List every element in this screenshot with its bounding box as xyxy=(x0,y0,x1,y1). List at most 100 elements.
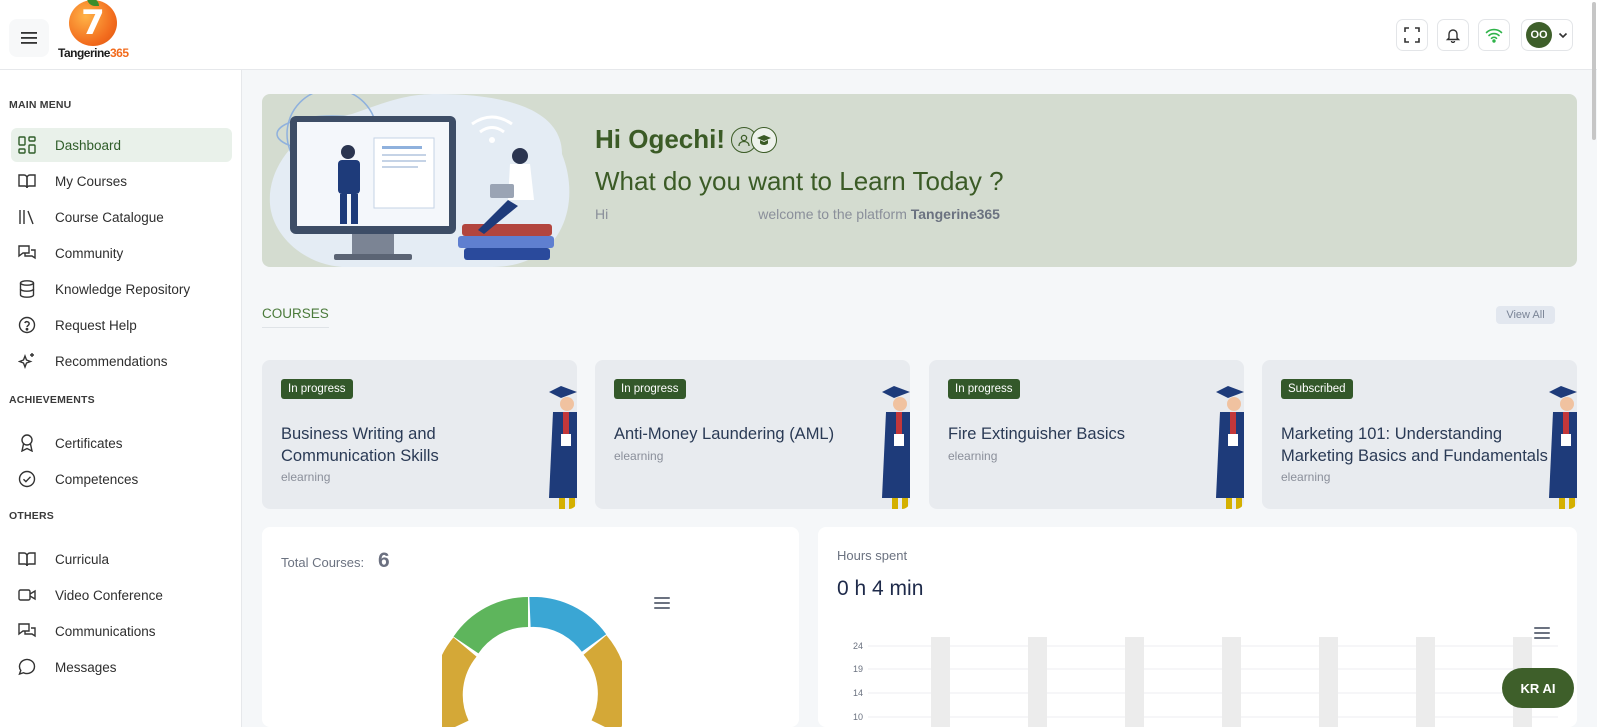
course-card[interactable]: In progress Anti-Money Laundering (AML) … xyxy=(595,360,910,509)
greeting-text: Hi Ogechi! xyxy=(595,124,726,154)
course-type: elearning xyxy=(281,470,331,484)
donut-segment-gold-left xyxy=(442,637,477,727)
sidebar-item-competences[interactable]: Competences xyxy=(11,462,232,496)
hours-spent-panel: Hours spent 0 h 4 min 24 19 14 10 xyxy=(818,527,1577,727)
scrollbar-thumb[interactable] xyxy=(1592,2,1596,140)
sidebar: MAIN MENU Dashboard My Courses Course Ca… xyxy=(0,70,242,727)
notifications-button[interactable] xyxy=(1437,19,1469,51)
chat-bubbles-icon xyxy=(17,243,37,263)
sparkles-icon xyxy=(17,351,37,371)
y-tick-label: 10 xyxy=(852,712,863,722)
connection-status-button[interactable] xyxy=(1478,19,1510,51)
hero-sub-prefix: Hi xyxy=(595,206,609,222)
logo-mark: 7 xyxy=(69,0,117,46)
bell-icon xyxy=(1445,29,1461,43)
message-circle-icon xyxy=(17,657,37,677)
check-circle-icon xyxy=(17,469,37,489)
status-badge: In progress xyxy=(614,379,686,399)
sidebar-item-messages[interactable]: Messages xyxy=(11,650,232,684)
hours-chart-area xyxy=(868,637,1558,727)
sidebar-item-curricula[interactable]: Curricula xyxy=(11,542,232,576)
status-badge: In progress xyxy=(948,379,1020,399)
sidebar-item-label: Recommendations xyxy=(55,353,168,369)
course-title: Fire Extinguisher Basics xyxy=(948,425,1125,443)
hours-spent-label: Hours spent xyxy=(837,548,908,563)
sidebar-item-label: Certificates xyxy=(55,435,123,451)
donut-segment-blue xyxy=(529,597,607,653)
hero-sub-text: welcome to the platform xyxy=(758,206,907,222)
sidebar-item-recommendations[interactable]: Recommendations xyxy=(11,344,232,378)
sidebar-item-request-help[interactable]: Request Help xyxy=(11,308,232,342)
sidebar-item-label: Course Catalogue xyxy=(55,209,164,225)
courses-section-title: COURSES xyxy=(262,306,329,328)
banner-illustration xyxy=(269,94,570,267)
sidebar-item-communications[interactable]: Communications xyxy=(11,614,232,648)
book-open-icon xyxy=(17,549,37,569)
sidebar-item-label: Knowledge Repository xyxy=(55,281,191,297)
hero-badges xyxy=(731,126,778,153)
donut-segment-gold-right xyxy=(583,635,622,727)
video-icon xyxy=(17,585,37,605)
graduate-illustration xyxy=(1216,386,1244,509)
graduate-illustration xyxy=(549,386,577,509)
course-title: Marketing 101: Understanding Marketing B… xyxy=(1281,425,1548,465)
view-all-courses-button[interactable]: View All xyxy=(1496,306,1555,324)
graduation-cap-icon xyxy=(751,126,778,153)
fullscreen-icon xyxy=(1404,27,1420,43)
menu-toggle-button[interactable] xyxy=(9,19,49,57)
total-courses-panel: Total Courses: 6 xyxy=(262,527,799,727)
kr-ai-button[interactable]: KR AI xyxy=(1502,668,1574,708)
chat-bubbles-icon xyxy=(17,621,37,641)
greeting-heading: Hi Ogechi! xyxy=(595,124,778,155)
total-courses-value: 6 xyxy=(378,549,390,572)
sidebar-item-label: Communications xyxy=(55,623,156,639)
sidebar-item-course-catalogue[interactable]: Course Catalogue xyxy=(11,200,232,234)
sidebar-item-label: Messages xyxy=(55,659,117,675)
wifi-icon xyxy=(1485,28,1503,43)
course-card[interactable]: In progress Fire Extinguisher Basics ele… xyxy=(929,360,1244,509)
help-circle-icon xyxy=(17,315,37,335)
sidebar-item-dashboard[interactable]: Dashboard xyxy=(11,128,232,162)
donut-segments xyxy=(442,597,622,727)
user-menu-button[interactable]: OO xyxy=(1521,19,1573,51)
sidebar-item-my-courses[interactable]: My Courses xyxy=(11,164,232,198)
section-title-achievements: ACHIEVEMENTS xyxy=(9,394,95,406)
library-icon xyxy=(17,207,37,227)
hero-sub-brand: Tangerine365 xyxy=(910,206,1000,222)
award-icon xyxy=(17,433,37,453)
status-badge: Subscribed xyxy=(1281,379,1353,399)
logo-text: Tangerine365 xyxy=(58,46,129,60)
welcome-banner: Hi Ogechi! What do you want to Learn Tod… xyxy=(262,94,1577,267)
course-title: Business Writing and Communication Skill… xyxy=(281,425,439,465)
sidebar-item-label: My Courses xyxy=(55,173,128,189)
sidebar-item-label: Curricula xyxy=(55,551,110,567)
graduate-illustration xyxy=(1549,386,1577,509)
hours-grid xyxy=(868,645,1558,718)
y-tick-label: 24 xyxy=(852,641,863,651)
sidebar-item-video-conference[interactable]: Video Conference xyxy=(11,578,232,612)
hero-question: What do you want to Learn Today ? xyxy=(595,166,1004,196)
fullscreen-button[interactable] xyxy=(1396,19,1428,51)
course-type: elearning xyxy=(1281,470,1331,484)
y-tick-label: 14 xyxy=(852,688,863,698)
course-card[interactable]: Subscribed Marketing 101: Understanding … xyxy=(1262,360,1577,509)
sidebar-item-label: Dashboard xyxy=(55,137,122,153)
course-type: elearning xyxy=(948,449,998,463)
sidebar-item-certificates[interactable]: Certificates xyxy=(11,426,232,460)
total-courses-donut xyxy=(442,597,622,727)
course-type: elearning xyxy=(614,449,664,463)
chevron-down-icon xyxy=(1558,32,1568,39)
course-card[interactable]: In progress Business Writing and Communi… xyxy=(262,360,577,509)
section-title-main-menu: MAIN MENU xyxy=(9,99,72,111)
hamburger-icon xyxy=(21,32,37,44)
brand-logo[interactable]: 7 Tangerine365 xyxy=(57,0,129,62)
chart-menu-button[interactable] xyxy=(654,597,670,609)
y-tick-label: 19 xyxy=(852,664,863,674)
avatar: OO xyxy=(1526,22,1552,48)
book-open-icon xyxy=(17,171,37,191)
sidebar-item-community[interactable]: Community xyxy=(11,236,232,270)
graduate-illustration xyxy=(882,386,910,509)
status-badge: In progress xyxy=(281,379,353,399)
sidebar-item-knowledge-repository[interactable]: Knowledge Repository xyxy=(11,272,232,306)
hours-spent-value: 0 h 4 min xyxy=(837,577,924,600)
